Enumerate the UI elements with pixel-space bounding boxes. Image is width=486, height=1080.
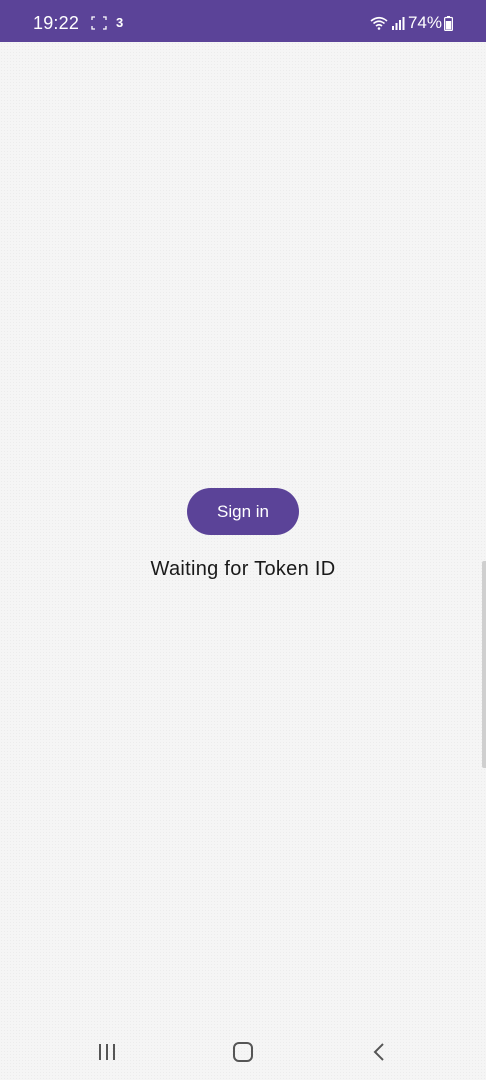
notification-icon: 3 (116, 15, 124, 30)
signal-icon (391, 16, 405, 30)
token-status-text: Waiting for Token ID (150, 558, 336, 580)
battery-icon (444, 15, 453, 31)
battery-percent: 74% (407, 13, 442, 32)
status-time: 19:22 (33, 13, 80, 33)
back-icon[interactable] (364, 1039, 394, 1065)
focus-frame-icon (91, 16, 107, 30)
main-content: Sign in Waiting for Token ID (0, 42, 486, 1025)
status-bar-left: 19:22 3 (33, 12, 123, 34)
status-bar-right: 74% (370, 12, 453, 34)
navigation-bar (0, 1025, 486, 1080)
sign-in-button[interactable]: Sign in (187, 488, 299, 535)
app-screen: 19:22 3 74% Sign in Waiting for Token ID (0, 0, 486, 1080)
scrollbar[interactable] (482, 561, 486, 768)
recents-icon[interactable] (92, 1039, 122, 1065)
home-icon[interactable] (228, 1039, 258, 1065)
wifi-icon (370, 16, 388, 30)
status-bar: 19:22 3 74% (0, 0, 486, 42)
